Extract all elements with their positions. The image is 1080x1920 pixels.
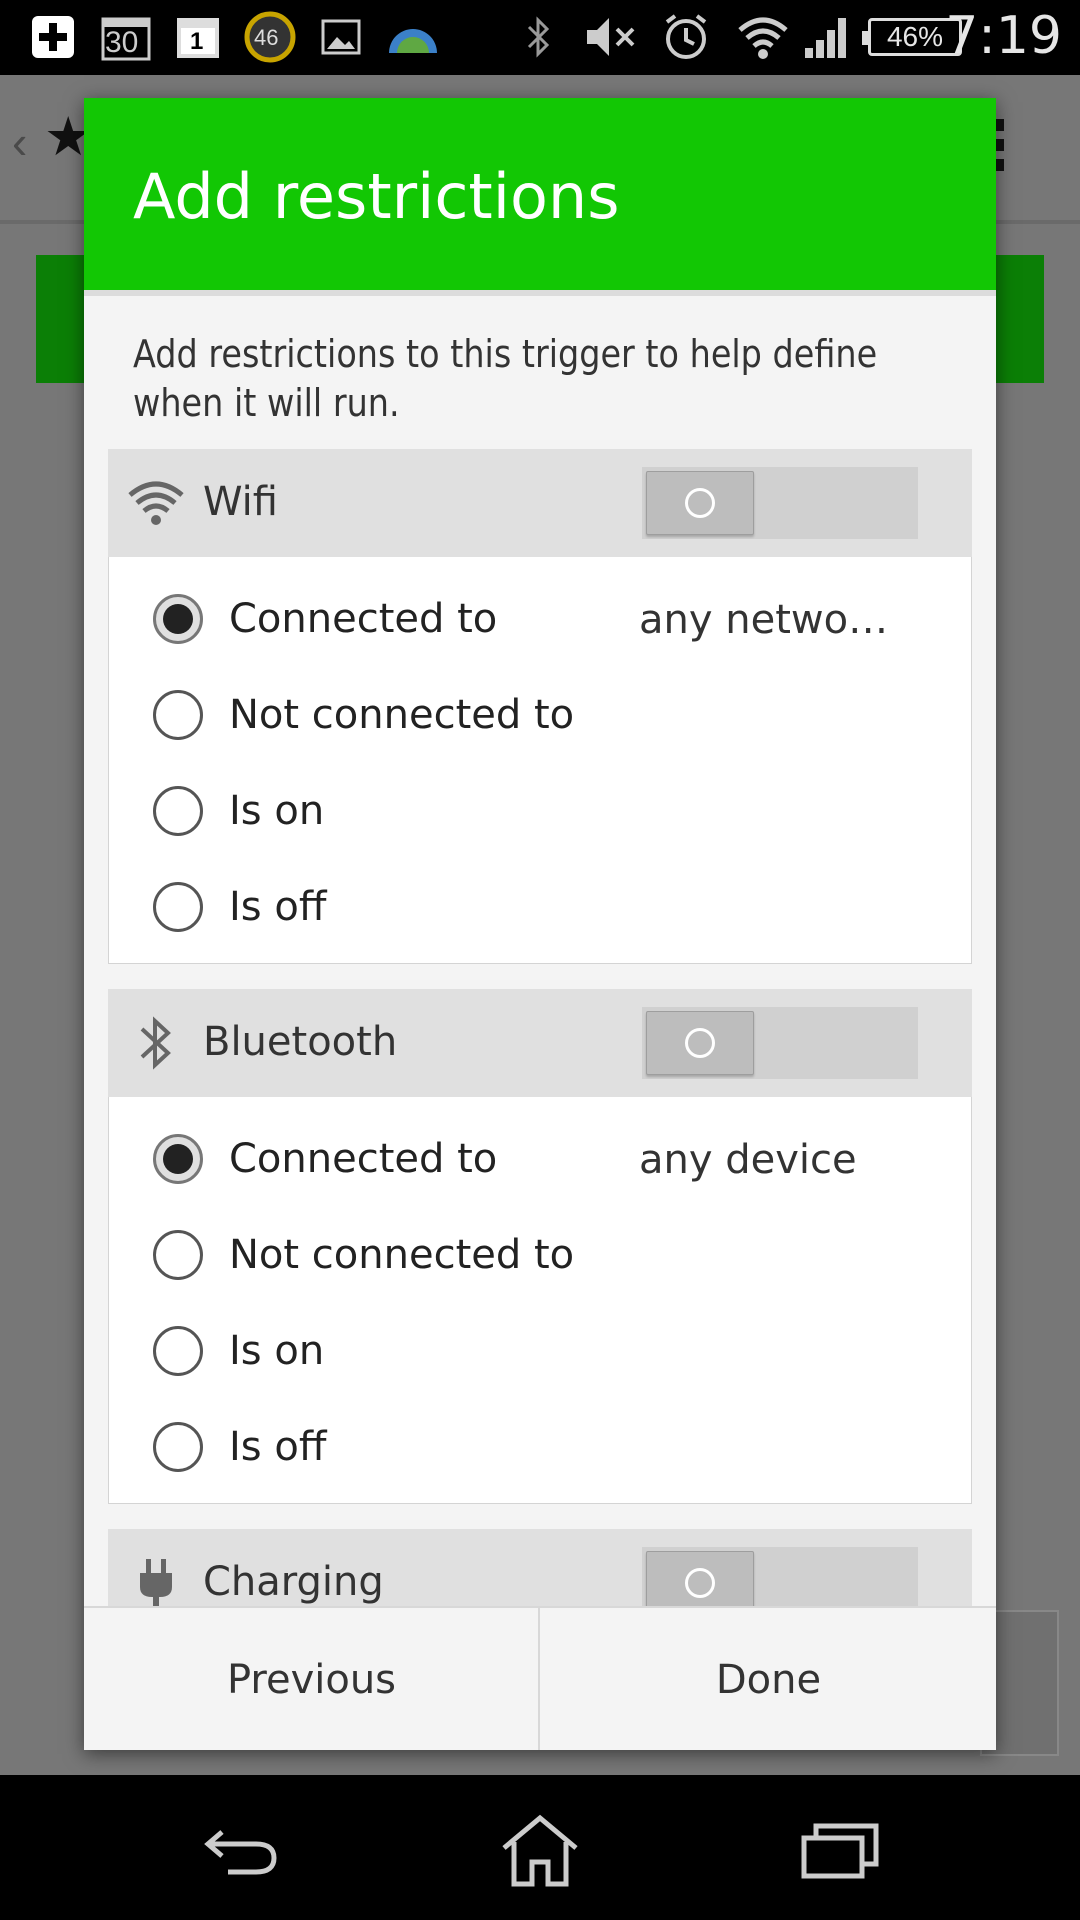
wifi-network-value[interactable]: any netwo… <box>639 597 888 643</box>
option-label: Is on <box>229 1328 325 1374</box>
bluetooth-section: Bluetooth Connected to any device Not co… <box>108 989 972 1505</box>
radio-unchecked[interactable] <box>153 1230 203 1280</box>
bluetooth-icon <box>520 12 556 62</box>
badge-count: 46 <box>254 25 279 50</box>
badge-icon: 46 <box>244 11 296 63</box>
radio-unchecked[interactable] <box>153 690 203 740</box>
recents-icon[interactable] <box>795 1810 885 1890</box>
add-restrictions-dialog: Add restrictions Add restrictions to thi… <box>84 98 996 1750</box>
footer-divider <box>538 1608 540 1750</box>
mute-icon <box>582 12 642 62</box>
dialog-footer: Previous Done <box>84 1606 996 1750</box>
radio-checked[interactable] <box>153 1134 203 1184</box>
bluetooth-option-connected[interactable]: Connected to <box>153 1124 497 1194</box>
bluetooth-section-title: Bluetooth <box>203 1019 398 1065</box>
radio-checked[interactable] <box>153 594 203 644</box>
image-icon <box>318 12 364 62</box>
weather-icon <box>384 12 442 62</box>
dialog-header: Add restrictions <box>84 98 996 290</box>
bluetooth-icon <box>126 1013 186 1073</box>
radio-unchecked[interactable] <box>153 786 203 836</box>
wifi-toggle[interactable] <box>642 467 918 539</box>
option-label: Not connected to <box>229 692 575 738</box>
calendar-icon: 30 <box>100 12 152 62</box>
wifi-section-header: Wifi <box>108 449 972 557</box>
calendar-day: 30 <box>105 26 139 59</box>
wifi-icon <box>736 12 790 62</box>
wifi-option-is-off[interactable]: Is off <box>153 872 326 942</box>
radio-unchecked[interactable] <box>153 1422 203 1472</box>
navigation-bar <box>0 1775 1080 1920</box>
radio-unchecked[interactable] <box>153 1326 203 1376</box>
add-icon <box>30 12 76 62</box>
option-label: Is on <box>229 788 325 834</box>
done-button[interactable]: Done <box>541 1608 996 1750</box>
option-label: Connected to <box>229 596 498 642</box>
dialog-description: Add restrictions to this trigger to help… <box>133 332 878 425</box>
option-label: Connected to <box>229 1136 498 1182</box>
battery-level: 46% <box>886 21 944 52</box>
option-label: Is off <box>229 1424 327 1470</box>
option-label: Not connected to <box>229 1232 575 1278</box>
option-label: Is off <box>229 884 327 930</box>
calendar-small-day: 1 <box>190 28 204 55</box>
radio-unchecked[interactable] <box>153 882 203 932</box>
signal-icon <box>802 12 854 62</box>
wifi-toggle-knob <box>646 471 754 535</box>
bluetooth-options: Connected to any device Not connected to… <box>108 1097 972 1504</box>
bluetooth-option-not-connected[interactable]: Not connected to <box>153 1220 574 1290</box>
bluetooth-option-is-off[interactable]: Is off <box>153 1412 326 1482</box>
wifi-section: Wifi Connected to any netwo… Not connect… <box>108 449 972 965</box>
back-caret-icon: ‹ <box>12 116 28 168</box>
bluetooth-toggle[interactable] <box>642 1007 918 1079</box>
bluetooth-option-is-on[interactable]: Is on <box>153 1316 324 1386</box>
wifi-section-title: Wifi <box>203 479 278 525</box>
bluetooth-toggle-knob <box>646 1011 754 1075</box>
bluetooth-section-header: Bluetooth <box>108 989 972 1097</box>
clock: 7:19 <box>945 6 1062 66</box>
bluetooth-device-value[interactable]: any device <box>639 1137 857 1183</box>
dialog-title: Add restrictions <box>133 160 620 233</box>
wifi-option-is-on[interactable]: Is on <box>153 776 324 846</box>
wifi-options: Connected to any netwo… Not connected to… <box>108 557 972 964</box>
back-icon[interactable] <box>197 1810 287 1890</box>
calendar-icon: 1 <box>174 12 222 62</box>
charging-section-title: Charging <box>203 1559 384 1605</box>
status-bar: 30 1 46 46% 7:19 <box>0 0 1080 75</box>
wifi-icon <box>126 473 186 533</box>
wifi-option-connected[interactable]: Connected to <box>153 584 497 654</box>
previous-button[interactable]: Previous <box>84 1608 539 1750</box>
dialog-scroll-area[interactable]: Add restrictions to this trigger to help… <box>84 296 996 1704</box>
alarm-icon <box>660 12 712 62</box>
home-icon[interactable] <box>495 1810 585 1890</box>
plug-icon <box>126 1553 186 1613</box>
wifi-option-not-connected[interactable]: Not connected to <box>153 680 574 750</box>
